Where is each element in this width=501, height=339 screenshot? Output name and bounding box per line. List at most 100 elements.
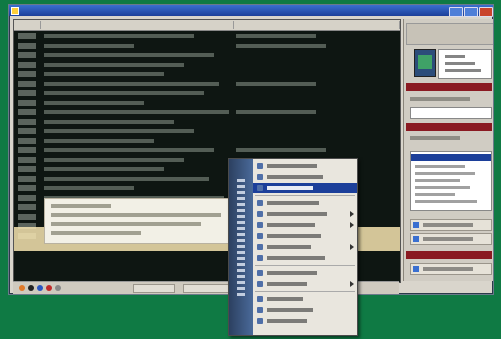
close-button[interactable]	[479, 7, 493, 17]
menu-item[interactable]	[253, 161, 357, 171]
menu-item[interactable]	[253, 242, 357, 252]
submenu-arrow-icon	[350, 281, 354, 287]
panel-button-1[interactable]	[410, 219, 492, 231]
list-row[interactable]	[14, 70, 400, 79]
menu-item[interactable]	[253, 294, 357, 304]
row-time	[18, 166, 36, 172]
row-genre	[236, 148, 326, 152]
column-genre[interactable]	[234, 21, 400, 29]
menu-item[interactable]	[253, 209, 357, 219]
list-row[interactable]	[14, 51, 400, 60]
menu-item-icon	[257, 281, 263, 287]
section-header-2[interactable]	[406, 123, 492, 131]
row-genre	[236, 81, 316, 86]
row-title	[44, 72, 164, 76]
blue-dot-icon[interactable]	[37, 285, 43, 291]
list-row[interactable]	[14, 108, 400, 117]
menu-item[interactable]	[253, 305, 357, 315]
title-bar[interactable]	[9, 5, 493, 17]
row-title	[44, 176, 209, 181]
row-title	[44, 186, 134, 190]
row-time	[18, 156, 36, 163]
red-dot-icon[interactable]	[46, 285, 52, 291]
list-row[interactable]	[14, 32, 400, 41]
row-genre	[236, 43, 326, 48]
menu-item-label	[267, 164, 317, 168]
menu-item-icon	[257, 174, 263, 180]
row-genre	[236, 34, 316, 38]
row-time	[18, 194, 36, 201]
list-row[interactable]	[14, 137, 400, 146]
row-time	[18, 61, 36, 68]
menu-item[interactable]	[253, 172, 357, 182]
menu-item-icon	[257, 185, 263, 191]
maximize-button[interactable]	[464, 7, 478, 17]
menu-item[interactable]	[253, 316, 357, 326]
channel-logo	[414, 49, 436, 77]
row-time	[18, 185, 36, 191]
menu-item-icon	[257, 296, 263, 302]
right-toolbar[interactable]	[406, 23, 493, 45]
menu-item-icon	[257, 211, 263, 217]
right-panel	[403, 19, 493, 281]
row-title	[44, 129, 194, 133]
app-icon	[11, 7, 19, 15]
menu-item[interactable]	[253, 253, 357, 263]
gray-dot-icon[interactable]	[55, 285, 61, 291]
menu-item-icon	[257, 163, 263, 169]
section-header-3[interactable]	[406, 251, 492, 259]
row-time	[18, 147, 36, 153]
row-time	[18, 137, 36, 144]
list-row[interactable]	[14, 118, 400, 127]
black-dot-icon[interactable]	[28, 285, 34, 291]
toolbar-button-1[interactable]	[133, 284, 175, 293]
menu-item[interactable]	[253, 198, 357, 208]
menu-item-label	[267, 245, 311, 249]
list-row[interactable]	[14, 127, 400, 136]
row-title	[44, 119, 174, 124]
menu-item[interactable]	[253, 268, 357, 278]
menu-item[interactable]	[253, 279, 357, 289]
menu-item[interactable]	[253, 231, 357, 241]
panel-button-3[interactable]	[410, 263, 492, 275]
window-title	[19, 7, 159, 14]
minimize-button[interactable]	[449, 7, 463, 17]
column-title[interactable]	[41, 21, 234, 29]
category-list[interactable]	[410, 151, 492, 211]
menu-item-label	[267, 223, 315, 227]
menu-item-icon	[257, 244, 263, 250]
list-row[interactable]	[14, 61, 400, 70]
row-time	[18, 213, 36, 220]
row-title	[44, 43, 134, 48]
menu-item-icon	[257, 255, 263, 261]
column-time[interactable]	[14, 21, 41, 29]
row-title	[44, 157, 184, 162]
tooltip-popup	[44, 198, 246, 244]
orange-dot-icon[interactable]	[19, 285, 25, 291]
row-genre	[236, 110, 316, 114]
row-title	[44, 34, 194, 38]
list-row[interactable]	[14, 42, 400, 51]
list-header	[14, 20, 400, 31]
row-time	[18, 175, 36, 182]
list-row[interactable]	[14, 89, 400, 98]
date-box[interactable]	[438, 49, 492, 79]
row-time	[18, 128, 36, 134]
menu-item-label	[267, 308, 313, 312]
row-time	[18, 33, 36, 39]
menu-item-label	[267, 186, 313, 190]
list-row[interactable]	[14, 146, 400, 155]
row-time	[18, 109, 36, 115]
list-row[interactable]	[14, 80, 400, 89]
menu-item-label	[267, 256, 325, 260]
menu-item-icon	[257, 200, 263, 206]
row-title	[44, 167, 164, 171]
menu-item[interactable]	[253, 220, 357, 230]
row-time	[18, 99, 36, 106]
search-field[interactable]	[410, 107, 492, 119]
menu-item[interactable]	[253, 183, 357, 193]
panel-button-2[interactable]	[410, 233, 492, 245]
menu-item-icon	[257, 222, 263, 228]
list-row[interactable]	[14, 99, 400, 108]
section-header-1[interactable]	[406, 83, 492, 91]
